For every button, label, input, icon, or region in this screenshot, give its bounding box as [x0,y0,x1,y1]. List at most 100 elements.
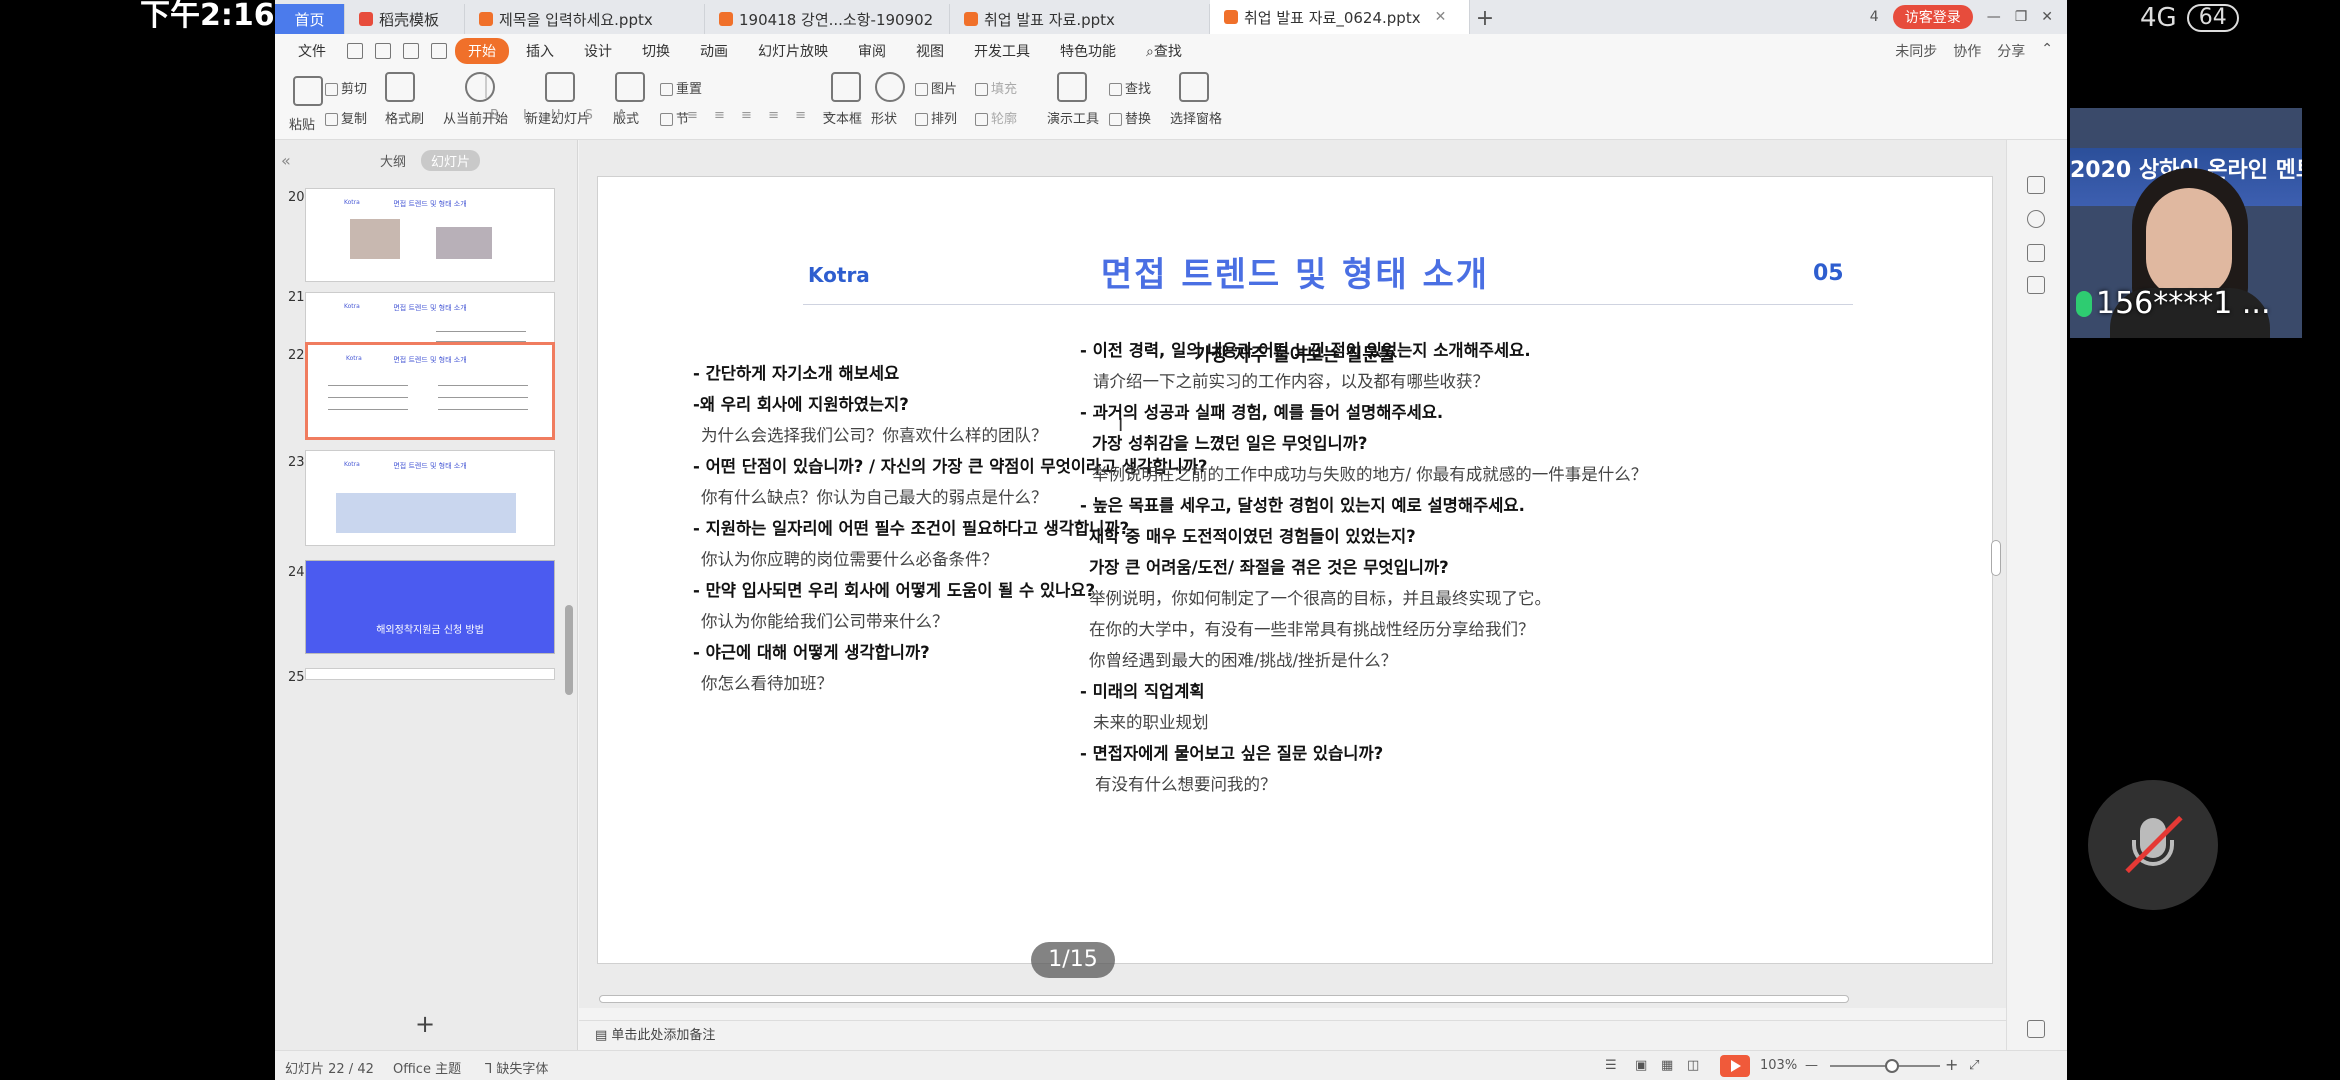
grid-icon[interactable] [2027,1020,2045,1038]
slide-panel-scrollbar[interactable] [565,185,573,1025]
zoom-level[interactable]: 103% [1760,1058,1797,1073]
fit-window-icon[interactable]: ⤢ [1969,1058,1979,1073]
menu-features[interactable]: 特色功能 [1047,38,1129,64]
selection-pane-button[interactable]: 选择窗格 [1170,108,1222,127]
reading-view-icon[interactable]: ◫ [1687,1058,1699,1073]
add-slide-button[interactable]: + [415,1010,435,1038]
menu-file[interactable]: 文件 [285,38,339,64]
menu-review[interactable]: 审阅 [845,38,899,64]
menu-slideshow[interactable]: 幻灯片放映 [745,38,841,64]
menu-view[interactable]: 视图 [903,38,957,64]
presentation-tools-icon[interactable] [1057,72,1087,102]
reset-button[interactable]: 重置 [660,78,702,97]
sorter-view-icon[interactable]: ▦ [1661,1058,1673,1073]
menu-developer[interactable]: 开发工具 [961,38,1043,64]
zoom-in-icon[interactable]: + [1945,1055,1958,1074]
tab-doc-1[interactable]: 제목을 입력하세요.pptx [465,4,705,34]
collapse-panel-icon[interactable]: « [281,151,291,170]
slide-thumb-22[interactable]: Kotra 면접 트렌드 및 형태 소개 [305,342,555,440]
new-tab-button[interactable]: + [1470,4,1500,34]
menu-search[interactable]: ⌕查找 [1133,38,1195,64]
collapse-ribbon-icon[interactable]: ⌃ [2041,41,2053,61]
slide-title[interactable]: 면접 트렌드 및 형태 소개 [598,247,1992,296]
menu-home[interactable]: 开始 [455,38,509,64]
tab-home[interactable]: 首页 [275,4,345,34]
play-from-current-icon[interactable] [465,72,495,102]
slide-thumb-24[interactable]: 해외정착지원금 신청 방법 [305,560,555,654]
copy-button[interactable]: 复制 [325,108,367,127]
tab-slides[interactable]: 幻灯片 [421,149,481,171]
fill-button[interactable]: 填充 [975,78,1017,97]
missing-font-button[interactable]: Ꞁ 缺失字体 [485,1058,548,1077]
paragraph-buttons[interactable]: ≡ ≡ ≡ ≡ ≡ ≡ [687,108,839,123]
vertical-scrollbar[interactable] [1989,140,2003,1008]
outline-button[interactable]: 轮廓 [975,108,1017,127]
shape-icon[interactable] [875,72,905,102]
mute-button[interactable] [2088,780,2218,910]
close-window-icon[interactable]: ✕ [2041,9,2053,25]
save-icon[interactable] [347,43,363,59]
scroll-knob[interactable] [599,995,1849,1003]
textbox-icon[interactable] [831,72,861,102]
tab-doc-active[interactable]: 취업 발표 자료_0624.pptx ✕ [1210,0,1470,34]
theme-name[interactable]: Office 主题 [393,1058,461,1077]
slide-canvas[interactable]: Kotra 면접 트렌드 및 형태 소개 05 가장 자주 물어보는 질문들 I… [597,176,1993,964]
close-tab-icon[interactable]: ✕ [1435,9,1447,25]
guest-login-button[interactable]: 访客登录 [1892,5,1973,29]
slide-thumb-23[interactable]: Kotra 면접 트렌드 및 형태 소개 [305,450,555,546]
redo-icon[interactable] [431,43,447,59]
scroll-knob[interactable] [565,605,573,695]
paste-icon[interactable] [293,76,323,106]
play-slideshow-button[interactable] [1720,1055,1750,1077]
new-slide-icon[interactable] [545,72,575,102]
tab-outline[interactable]: 大纲 [380,151,406,170]
slide-thumb-25[interactable] [305,668,555,680]
shape-button[interactable]: 形状 [871,108,897,127]
notes-toggle-icon[interactable]: ☰ [1605,1058,1617,1073]
window-count[interactable]: 4 [1870,9,1879,25]
horizontal-scrollbar[interactable] [579,992,1989,1006]
slide-thumb-20[interactable]: Kotra 면접 트렌드 및 형태 소개 [305,188,555,282]
paste-button[interactable]: 粘贴 [289,114,315,133]
format-painter-icon[interactable] [385,72,415,102]
menu-insert[interactable]: 插入 [513,38,567,64]
share-button[interactable]: 分享 [1997,41,2025,61]
question-left-line: 你认为你能给我们公司带来什么？ [701,612,949,631]
tab-templates[interactable]: 稻壳模板 [345,4,465,34]
tab-doc-3[interactable]: 취업 발표 자료.pptx [950,4,1210,34]
arrange-button[interactable]: 排列 [915,108,957,127]
zoom-slider-knob[interactable] [1885,1059,1899,1073]
normal-view-icon[interactable]: ▣ [1635,1058,1647,1073]
zoom-out-icon[interactable]: — [1805,1058,1818,1073]
minimize-icon[interactable]: — [1987,9,2001,25]
animation-icon[interactable] [2027,244,2045,262]
font-style-buttons[interactable]: B I U S A [490,108,636,123]
picture-button[interactable]: 图片 [915,78,957,97]
menu-animation[interactable]: 动画 [687,38,741,64]
restore-icon[interactable]: ❐ [2015,9,2028,25]
menu-transition[interactable]: 切换 [629,38,683,64]
scroll-knob[interactable] [1991,540,2001,576]
replace-button[interactable]: 替换 [1109,108,1151,127]
section-button[interactable]: 节 [660,108,689,127]
presentation-tools-button[interactable]: 演示工具 [1047,108,1099,127]
menu-design[interactable]: 设计 [571,38,625,64]
properties-icon[interactable] [2027,176,2045,194]
question-left-line: 为什么会选择我们公司？你喜欢什么样的团队？ [701,426,1048,445]
print-icon[interactable] [375,43,391,59]
layout-icon[interactable] [615,72,645,102]
format-painter-button[interactable]: 格式刷 [385,108,424,127]
notes-area[interactable]: ▤ 单击此处添加备注 [579,1020,2006,1050]
undo-icon[interactable] [403,43,419,59]
cut-button[interactable]: 剪切 [325,78,367,97]
textbox-button[interactable]: 文本框 [823,108,862,127]
tab-doc-2[interactable]: 190418 강연...소항-190902 [705,4,950,34]
font-name-input[interactable] [485,76,487,98]
video-call-overlay[interactable]: 2020 상하이 온라인 멘토링 데 156****1 ... [2070,108,2302,338]
settings-icon[interactable] [2027,210,2045,228]
backup-icon[interactable] [2027,276,2045,294]
sync-status[interactable]: 未同步 [1895,41,1937,61]
find-button[interactable]: 查找 [1109,78,1151,97]
collaborate-button[interactable]: 协作 [1953,41,1981,61]
selection-pane-icon[interactable] [1179,72,1209,102]
